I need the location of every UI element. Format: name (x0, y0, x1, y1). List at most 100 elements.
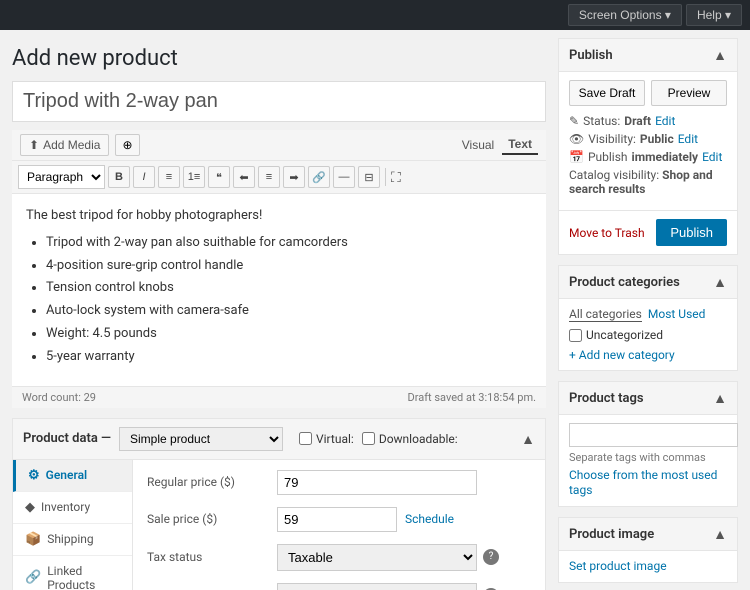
fullscreen-button[interactable]: ⛶ (391, 169, 401, 186)
image-collapse-btn[interactable]: ▲ (713, 526, 727, 542)
publish-timing-value: immediately (632, 150, 699, 164)
blockquote-button[interactable]: ❝ (208, 166, 230, 188)
help-button[interactable]: Help ▾ (686, 4, 742, 26)
tags-collapse-btn[interactable]: ▲ (713, 390, 727, 406)
tab-general[interactable]: ⚙ General (13, 460, 132, 492)
product-categories-box: Product categories ▲ All categories Most… (558, 265, 738, 371)
list-ol-button[interactable]: 1≡ (183, 166, 205, 188)
product-type-select[interactable]: Simple productGrouped productExternal/Af… (119, 427, 283, 451)
product-tags-box: Product tags ▲ Add Separate tags with co… (558, 381, 738, 507)
publish-timing-edit-link[interactable]: Edit (702, 150, 722, 164)
inventory-icon: ◆ (25, 500, 35, 515)
publish-button[interactable]: Publish (656, 219, 727, 246)
paragraph-select[interactable]: Paragraph (18, 165, 105, 189)
preview-button[interactable]: Preview (651, 80, 727, 106)
visual-tab[interactable]: Visual (456, 135, 500, 155)
catalog-visibility: Catalog visibility: Shop and search resu… (569, 168, 727, 196)
publish-btn-row: Save Draft Preview (569, 80, 727, 106)
editor-content[interactable]: The best tripod for hobby photographers!… (12, 194, 546, 386)
visibility-row: 👁 Visibility: Public Edit (569, 132, 727, 146)
regular-price-input[interactable] (277, 470, 477, 495)
publish-box-collapse[interactable]: ▲ (713, 47, 727, 63)
visibility-value: Public (640, 132, 674, 146)
most-used-tab[interactable]: Most Used (648, 307, 706, 322)
product-data-header-left: Product data — Simple productGrouped pro… (23, 427, 458, 451)
tab-linked-products[interactable]: 🔗 Linked Products (13, 556, 132, 590)
virtual-checkbox-label[interactable]: Virtual: (299, 432, 354, 446)
product-title-input[interactable] (12, 81, 546, 122)
center-column: Add new product ⬆ Add Media ⊕ Visual T (12, 38, 546, 590)
product-data-tabs: ⚙ General ◆ Inventory 📦 Shipping 🔗 (13, 460, 133, 590)
sale-price-input[interactable] (277, 507, 397, 532)
tax-class-select[interactable]: Standard (277, 583, 477, 590)
tax-status-help-icon[interactable]: ? (483, 549, 499, 565)
editor-bullet-list: Tripod with 2-way pan also suithable for… (26, 233, 532, 368)
product-data-body: ⚙ General ◆ Inventory 📦 Shipping 🔗 (13, 460, 545, 590)
editor-footer: Word count: 29 Draft saved at 3:18:54 pm… (12, 386, 546, 408)
add-media-label: Add Media (43, 138, 100, 152)
product-data-collapse-button[interactable]: ▲ (521, 431, 535, 447)
bullet-item-4: Auto-lock system with camera-safe (46, 301, 532, 322)
downloadable-checkbox[interactable] (362, 432, 375, 445)
align-left-button[interactable]: ⬅ (233, 166, 255, 188)
tags-input-row: Add (569, 423, 727, 447)
product-data-content: Regular price ($) Sale price ($) Schedul… (133, 460, 545, 590)
regular-price-label: Regular price ($) (147, 475, 277, 489)
product-data-title: Product data — (23, 431, 111, 446)
set-product-image-link[interactable]: Set product image (569, 559, 667, 573)
regular-price-row: Regular price ($) (147, 470, 531, 495)
tags-input[interactable] (569, 423, 738, 447)
editor-top-bar: ⬆ Add Media ⊕ Visual Text (12, 130, 546, 161)
tab-inventory[interactable]: ◆ Inventory (13, 492, 132, 524)
tab-shipping[interactable]: 📦 Shipping (13, 524, 132, 556)
tax-class-row: Tax class Standard ? (147, 583, 531, 590)
toolbar-toggle[interactable]: ⊟ (358, 166, 380, 188)
add-media-button[interactable]: ⬆ Add Media (20, 134, 109, 156)
visibility-edit-link[interactable]: Edit (678, 132, 698, 146)
tax-status-select[interactable]: Taxable (277, 544, 477, 571)
category-uncategorized-checkbox[interactable] (569, 329, 582, 342)
product-tags-content: Add Separate tags with commas Choose fro… (559, 415, 737, 506)
list-ul-button[interactable]: ≡ (158, 166, 180, 188)
product-tags-title: Product tags (569, 391, 644, 406)
toolbar-row: Paragraph B I ≡ 1≡ ❝ ⬅ ≡ ➡ 🔗 — ⊟ ⛶ (12, 161, 546, 194)
screen-options-button[interactable]: Screen Options ▾ (568, 4, 682, 26)
category-list: Uncategorized (569, 328, 727, 342)
product-categories-header: Product categories ▲ (559, 266, 737, 299)
choose-tags-link[interactable]: Choose from the most used tags (569, 468, 717, 497)
schedule-link[interactable]: Schedule (405, 512, 454, 526)
align-right-button[interactable]: ➡ (283, 166, 305, 188)
product-image-box: Product image ▲ Set product image (558, 517, 738, 583)
sale-price-row: Sale price ($) Schedule (147, 507, 531, 532)
more-button[interactable]: — (333, 166, 355, 188)
upload-icon: ⬆ (29, 138, 39, 152)
general-icon: ⚙ (28, 468, 40, 483)
bold-button[interactable]: B (108, 166, 130, 188)
link-button[interactable]: 🔗 (308, 166, 330, 188)
status-icon: ✎ (569, 114, 579, 128)
move-to-trash-link[interactable]: Move to Trash (569, 226, 645, 240)
downloadable-checkbox-label[interactable]: Downloadable: (362, 432, 458, 446)
save-draft-button[interactable]: Save Draft (569, 80, 645, 106)
product-image-title: Product image (569, 527, 654, 542)
virtual-checkbox[interactable] (299, 432, 312, 445)
text-tab[interactable]: Text (502, 135, 538, 155)
word-count: Word count: 29 (22, 391, 96, 404)
align-center-button[interactable]: ≡ (258, 166, 280, 188)
editor-area: ⬆ Add Media ⊕ Visual Text Paragraph B I … (12, 130, 546, 408)
product-tags-header: Product tags ▲ (559, 382, 737, 415)
add-new-category-link[interactable]: + Add new category (569, 348, 727, 362)
all-categories-tab[interactable]: All categories (569, 307, 642, 322)
categories-collapse-btn[interactable]: ▲ (713, 274, 727, 290)
tax-status-row: Tax status Taxable ? (147, 544, 531, 571)
publish-box-header: Publish ▲ (559, 39, 737, 72)
draft-saved: Draft saved at 3:18:54 pm. (408, 391, 536, 404)
upload-icon-button[interactable]: ⊕ (115, 134, 139, 156)
italic-button[interactable]: I (133, 166, 155, 188)
status-edit-link[interactable]: Edit (655, 114, 675, 128)
publish-timing-row: 📅 Publish immediately Edit (569, 150, 727, 164)
publish-box-title: Publish (569, 48, 613, 63)
product-categories-title: Product categories (569, 275, 680, 290)
category-uncategorized[interactable]: Uncategorized (569, 328, 727, 342)
status-value: Draft (624, 114, 651, 128)
